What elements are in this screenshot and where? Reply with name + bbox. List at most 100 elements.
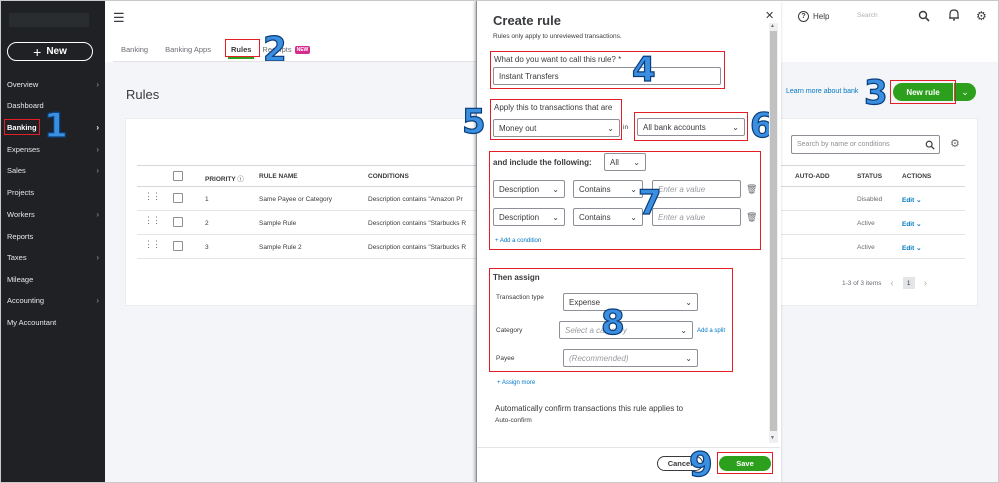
search-icon [925,140,935,150]
save-button[interactable]: Save [719,456,771,471]
header-conditions[interactable]: CONDITIONS [368,173,409,180]
edit-label: Edit [902,197,915,204]
scroll-up-icon[interactable]: ▲ [770,23,775,29]
condition-field-select[interactable]: Description ⌄ [493,180,565,198]
payee-select[interactable]: (Recommended) ⌄ [563,349,698,367]
money-direction-select[interactable]: Money out ⌄ [493,119,620,137]
row-checkbox[interactable] [173,241,183,251]
learn-more-link[interactable]: Learn more about bank [786,88,858,95]
chevron-down-icon: ⌄ [916,197,922,204]
condition-value-input[interactable]: Enter a value [652,208,741,226]
plus-icon: + [33,43,42,60]
table-settings-gear-icon[interactable]: ⚙ [950,137,960,150]
chevron-down-icon: ⌄ [732,122,739,132]
bell-icon[interactable] [948,8,960,26]
header-rule-name[interactable]: RULE NAME [259,173,298,180]
condition-value-input[interactable]: Enter a value [652,180,741,198]
header-status[interactable]: STATUS [857,173,882,180]
sidebar-item-label: Sales [7,165,26,175]
banking-tabs: Banking Banking Apps Rules Receipts NEW [121,45,327,59]
tabs-divider [113,61,483,62]
gear-icon[interactable]: ⚙ [976,9,987,23]
row-checkbox[interactable] [173,193,183,203]
trash-icon[interactable]: 🗑 [746,184,757,195]
condition-operator-select[interactable]: Contains ⌄ [573,180,643,198]
chevron-right-icon: › [96,252,99,262]
row-priority: 3 [205,244,209,251]
row-status: Disabled [857,196,883,203]
step-number-4: 4 [631,50,656,90]
trash-icon[interactable]: 🗑 [746,212,757,223]
chevron-down-icon: ⌄ [685,353,692,363]
row-status: Active [857,220,875,227]
sidebar-item-projects[interactable]: Projects [7,184,99,200]
apply-to-label: Apply this to transactions that are [494,103,613,112]
top-search-input[interactable]: Search [857,12,878,19]
drag-handle-icon[interactable]: ⋮⋮ [144,239,161,248]
next-page-icon[interactable]: › [924,278,927,289]
row-status: Active [857,244,875,251]
sidebar-item-label: Dashboard [7,100,44,110]
sidebar-item-taxes[interactable]: Taxes › [7,249,99,265]
step-number-1: 1 [43,106,68,146]
sidebar-item-reports[interactable]: Reports [7,228,99,244]
tab-banking[interactable]: Banking [121,45,157,59]
add-condition-link[interactable]: + Add a condition [495,238,541,244]
tab-banking-apps[interactable]: Banking Apps [165,45,220,59]
header-auto-add[interactable]: AUTO-ADD [795,173,830,180]
sidebar-item-accounting[interactable]: Accounting › [7,292,99,308]
select-value: Description [499,212,540,222]
sidebar-item-sales[interactable]: Sales › [7,162,99,178]
chevron-down-icon: ⌄ [630,212,637,222]
sidebar-item-mileage[interactable]: Mileage [7,271,99,287]
drag-handle-icon[interactable]: ⋮⋮ [144,215,161,224]
sidebar-item-my-accountant[interactable]: My Accountant [7,314,99,330]
sidebar: + New Overview › Dashboard Banking › Expen… [1,1,105,482]
new-button[interactable]: + New [7,42,93,61]
tab-label: Banking Apps [165,45,211,54]
modal-title: Create rule [493,13,561,28]
drag-handle-icon[interactable]: ⋮⋮ [144,191,161,200]
sidebar-item-workers[interactable]: Workers › [7,206,99,222]
new-badge: NEW [294,46,311,55]
tab-label: Banking [121,45,149,54]
row-conditions: Description contains "Starbucks R [368,244,467,251]
row-checkbox[interactable] [173,217,183,227]
rule-name-input[interactable]: Instant Transfers [493,67,721,85]
edit-label: Edit [902,245,915,252]
include-mode-select[interactable]: All ⌄ [604,153,646,171]
sidebar-item-overview[interactable]: Overview › [7,76,99,92]
step-number-3: 3 [863,73,888,113]
category-select[interactable]: Select a category ⌄ [559,321,693,339]
condition-field-select[interactable]: Description ⌄ [493,208,565,226]
sidebar-item-label: Expenses [7,144,40,154]
new-rule-dropdown[interactable]: ⌄ [954,83,976,101]
scroll-down-icon[interactable]: ▼ [770,435,775,441]
chevron-down-icon: ⌄ [916,245,922,252]
assign-more-link[interactable]: + Assign more [497,380,535,386]
tab-rules[interactable]: Rules [227,45,255,59]
select-all-checkbox[interactable] [173,171,183,181]
page-number[interactable]: 1 [902,277,915,289]
modal-footer-divider [477,447,780,448]
transaction-type-select[interactable]: Expense ⌄ [563,293,698,311]
scrollbar-thumb[interactable] [770,31,777,431]
row-edit-action[interactable]: Edit ⌄ [902,196,922,204]
row-rule-name: Sample Rule 2 [259,244,302,251]
condition-operator-select[interactable]: Contains ⌄ [573,208,643,226]
close-icon[interactable]: ✕ [765,9,774,22]
bank-accounts-select[interactable]: All bank accounts ⌄ [637,118,745,136]
row-edit-action[interactable]: Edit ⌄ [902,220,922,228]
header-priority[interactable]: PRIORITY ⓘ [205,173,244,183]
row-edit-action[interactable]: Edit ⌄ [902,244,922,252]
hamburger-menu-icon[interactable]: ☰ [113,10,125,26]
new-rule-button[interactable]: New rule [893,83,953,101]
rules-search-input[interactable]: Search by name or conditions [791,135,940,154]
sidebar-item-label: Mileage [7,274,34,284]
help-button[interactable]: ? Help [798,11,829,22]
search-icon[interactable] [918,9,930,27]
select-value: Contains [579,184,611,194]
prev-page-icon[interactable]: ‹ [890,278,893,289]
page-title: Rules [126,87,160,102]
add-split-link[interactable]: Add a split [697,328,725,334]
